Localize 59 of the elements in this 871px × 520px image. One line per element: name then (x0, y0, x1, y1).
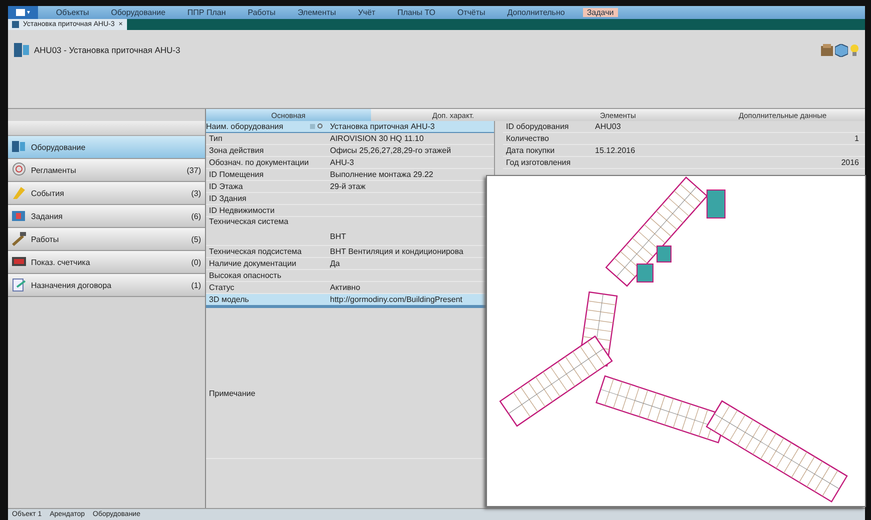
field-value[interactable]: Установка приточная AHU-3 (328, 122, 435, 131)
field-value[interactable]: 29-й этаж (328, 182, 366, 191)
menu-item[interactable]: Работы (244, 8, 280, 17)
event-icon (11, 185, 27, 201)
field-label: Статус (208, 283, 236, 292)
field-label: Наличие документации (208, 259, 298, 268)
field-value[interactable]: http://gormodiny.com/BuildingPresent (328, 295, 462, 304)
field-label: ID Помещения (208, 170, 265, 179)
field-value[interactable]: 2016 (839, 158, 865, 167)
menu-item[interactable]: Планы ТО (393, 8, 440, 17)
menu-item[interactable]: Учёт (354, 8, 380, 17)
sidebar-item[interactable]: События (3) (8, 182, 205, 205)
lightbulb-icon[interactable] (850, 44, 859, 57)
menu-item[interactable]: Отчёты (453, 8, 490, 17)
field-value[interactable]: ВНТ (328, 232, 346, 245)
menu-item[interactable]: ППР План (183, 8, 230, 17)
field-label: Техническая подсистема (208, 247, 303, 256)
field-label: Дата покупки (505, 146, 556, 155)
field-value[interactable]: AHU03 (593, 122, 621, 131)
field-value[interactable]: AHU-3 (328, 158, 354, 167)
sidebar-item[interactable]: Оборудование (8, 136, 205, 159)
field-label: Количество (505, 134, 550, 143)
field-label: ID оборудования (505, 122, 570, 131)
field-label: Примечание (208, 389, 256, 400)
sidebar-item[interactable]: Задания (6) (8, 205, 205, 228)
field-label: Техническая система (208, 217, 290, 226)
field-value[interactable]: 1 (852, 134, 865, 143)
work-icon (11, 231, 27, 247)
field-label: ID Этажа (208, 182, 244, 191)
field-value[interactable]: Да (328, 259, 340, 268)
field-label: 3D модель (208, 295, 250, 304)
field-value[interactable]: ВНТ Вентиляция и кондиционирова (328, 247, 464, 256)
menu-item[interactable]: Дополнительно (503, 8, 569, 17)
schedule-icon (11, 162, 27, 178)
field-label: Высокая опасность (208, 271, 282, 280)
field-label: Наим. оборудования (206, 122, 284, 131)
task-icon (11, 208, 27, 224)
field-value[interactable]: AIROVISION 30 HQ 11.10 (328, 134, 424, 143)
contract-icon (11, 277, 27, 293)
field-value[interactable]: 15.12.2016 (593, 146, 636, 155)
field-value[interactable]: Офисы 25,26,27,28,29-го этажей (328, 146, 451, 155)
menu-item[interactable]: Объекты (52, 8, 93, 17)
field-value[interactable]: Выполнение монтажа 29.22 (328, 170, 434, 179)
field-label: Год изготовления (505, 158, 572, 167)
sidebar-item[interactable]: Показ. счетчика (0) (8, 251, 205, 274)
menu-item[interactable]: Задачи (582, 8, 618, 17)
field-label: Тип (208, 134, 224, 143)
field-label: Зона действия (208, 146, 265, 155)
app-menu-icon[interactable] (8, 6, 38, 19)
field-value[interactable]: Активно (328, 283, 360, 292)
menu-item[interactable]: Элементы (294, 8, 340, 17)
field-label: ID Здания (208, 194, 248, 203)
window-title: AHU03 - Установка приточная AHU-3 (34, 45, 180, 55)
field-label: ID Недвижимости (208, 206, 276, 215)
field-label: Обознач. по документации (208, 158, 310, 167)
sidebar-item[interactable]: Назначения договора (1) (8, 274, 205, 297)
menu-item[interactable]: Оборудование (107, 8, 170, 17)
sidebar-item[interactable]: Работы (5) (8, 228, 205, 251)
sidebar-item[interactable]: Регламенты (37) (8, 159, 205, 182)
